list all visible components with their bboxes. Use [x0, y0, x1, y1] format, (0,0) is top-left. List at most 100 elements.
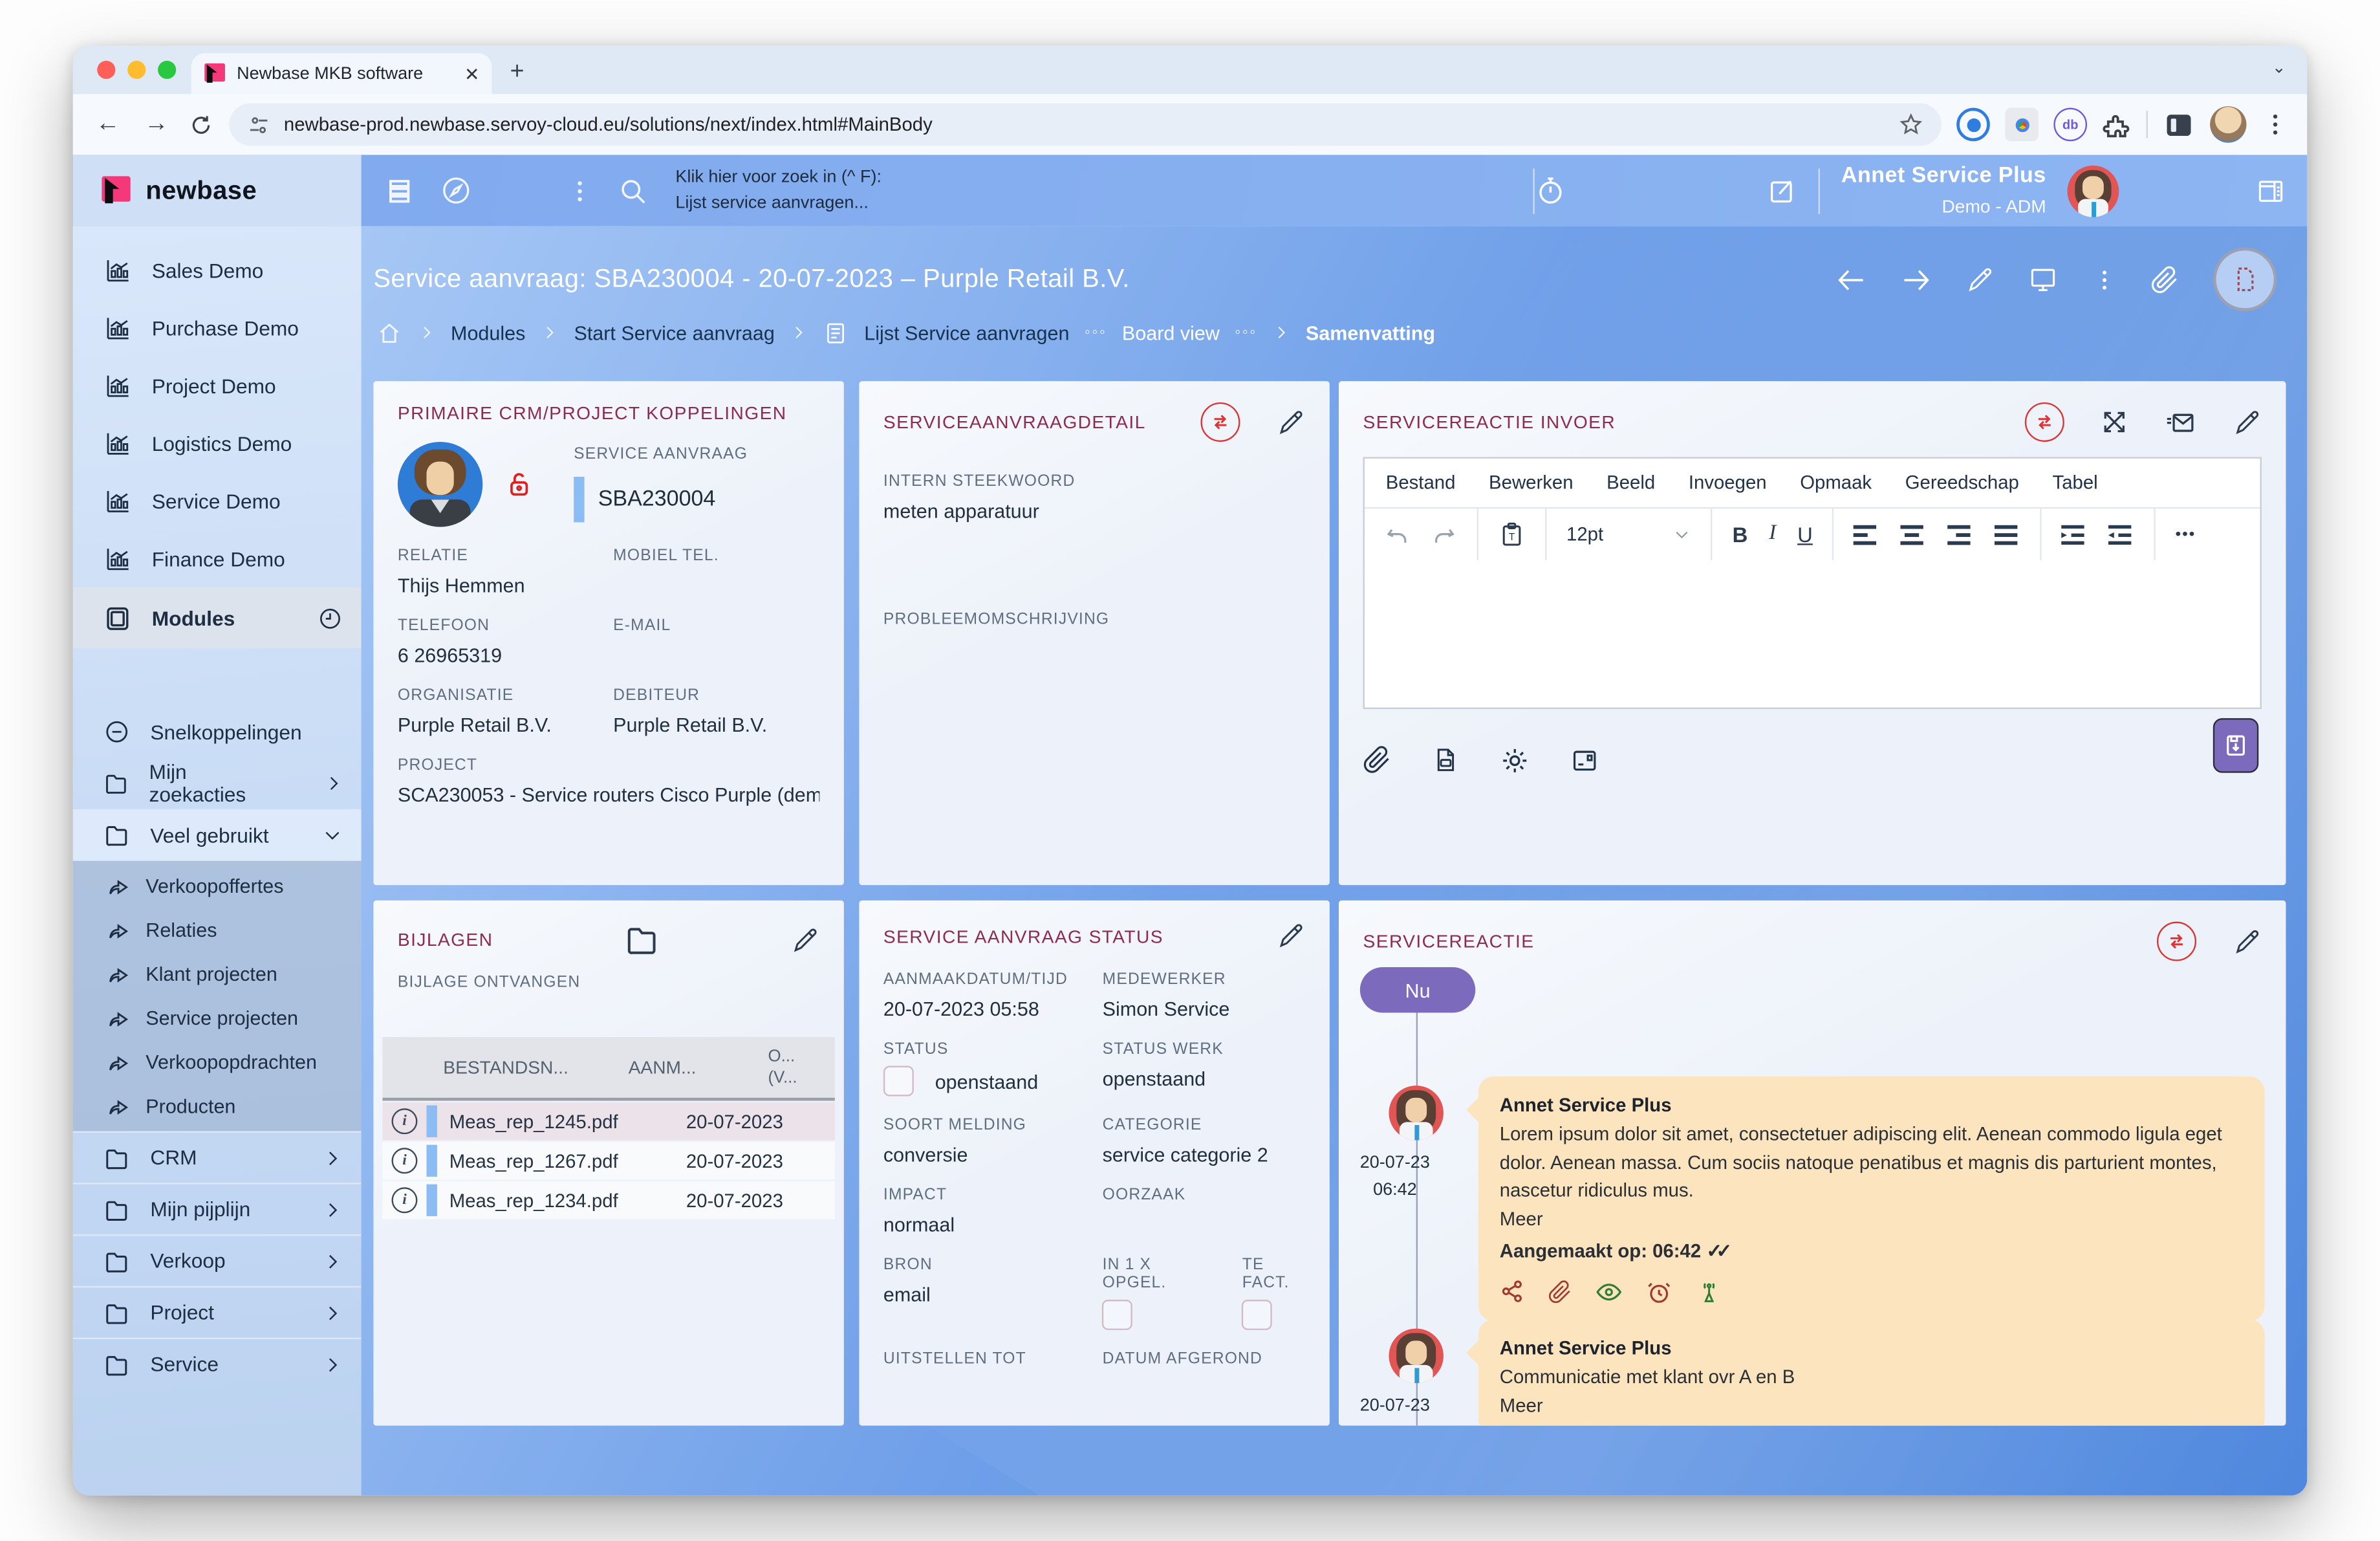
visibility-eye-icon[interactable] — [1596, 1278, 1623, 1305]
entry-avatar[interactable] — [1389, 1329, 1443, 1383]
table-row[interactable]: i Meas_rep_1245.pdf 20-07-2023 — [382, 1102, 834, 1141]
sidebar-item-verkoopopdrachten[interactable]: Verkoopopdrachten — [73, 1040, 362, 1084]
menu-gereedschap[interactable]: Gereedschap — [1905, 472, 2019, 494]
screenshot-extension-icon[interactable] — [2005, 108, 2039, 142]
collapse-minus-icon[interactable] — [103, 718, 131, 745]
unlink-sync-icon[interactable] — [2025, 402, 2064, 442]
breadcrumb-start-service-aanvraag[interactable]: Start Service aanvraag — [574, 321, 774, 344]
folder-open-icon[interactable] — [623, 922, 660, 958]
browser-menu-icon[interactable] — [2262, 111, 2289, 138]
reaction-bubble[interactable]: Annet Service Plus Lorem ipsum dolor sit… — [1478, 1077, 2265, 1320]
sidebar-item-logistics-demo[interactable]: Logistics Demo — [73, 415, 362, 472]
user-avatar[interactable] — [2068, 165, 2119, 217]
info-icon[interactable]: i — [392, 1108, 418, 1134]
attachment-paperclip-icon[interactable] — [1548, 1279, 1573, 1304]
sidebar-item-mijn-zoekacties[interactable]: Mijn zoekacties — [73, 758, 362, 809]
edit-pencil-icon[interactable] — [1277, 922, 1306, 951]
service-aanvraag-value[interactable]: SBA230004 — [574, 477, 819, 522]
url-bar[interactable]: newbase-prod.newbase.servoy-cloud.eu/sol… — [229, 104, 1941, 146]
indent-icon[interactable] — [2062, 523, 2088, 546]
align-left-icon[interactable] — [1854, 523, 1879, 546]
unlink-sync-icon[interactable] — [1200, 402, 1240, 442]
sidebar-item-service-demo[interactable]: Service Demo — [73, 472, 362, 530]
menu-bewerken[interactable]: Bewerken — [1489, 472, 1573, 494]
sidebar-item-producten[interactable]: Producten — [73, 1084, 362, 1128]
sidebar-item-mijn-pijplijn[interactable]: Mijn pijplijn — [73, 1183, 362, 1234]
redo-icon[interactable] — [1431, 521, 1457, 547]
maximize-window-button[interactable] — [158, 61, 176, 79]
align-center-icon[interactable] — [1901, 523, 1927, 546]
breadcrumb-board-view[interactable]: Board view — [1122, 321, 1220, 344]
history-clock-icon[interactable] — [318, 605, 343, 631]
search-icon[interactable] — [618, 175, 648, 206]
sidebar-item-purchase-demo[interactable]: Purchase Demo — [73, 299, 362, 356]
unlink-sync-icon[interactable] — [2157, 922, 2196, 961]
document-template-icon[interactable] — [1431, 745, 1460, 774]
document-mode-button[interactable] — [2213, 248, 2277, 312]
more-link[interactable]: Meer — [1500, 1205, 2244, 1234]
settings-gear-icon[interactable] — [1500, 745, 1530, 776]
italic-button[interactable]: I — [1769, 522, 1776, 547]
paperclip-icon[interactable] — [2151, 265, 2180, 294]
bron-value[interactable]: email — [883, 1283, 1096, 1306]
side-panel-icon[interactable] — [2163, 109, 2194, 140]
edit-pencil-icon[interactable] — [1277, 408, 1306, 437]
db-extension-icon[interactable]: db — [2053, 108, 2087, 142]
search-input[interactable]: Klik hier voor zoek in (^ F): Lijst serv… — [675, 165, 882, 215]
bold-button[interactable]: B — [1733, 522, 1748, 547]
envelope-card-icon[interactable] — [1570, 745, 1600, 776]
status-checkbox[interactable] — [883, 1066, 914, 1097]
statuswerk-value[interactable]: openstaand — [1103, 1067, 1306, 1090]
expand-icon[interactable] — [2101, 408, 2128, 435]
browser-tab[interactable]: Newbase MKB software ✕ — [191, 53, 492, 94]
sidebar-item-veel-gebruikt[interactable]: Veel gebruikt — [73, 809, 362, 861]
more-dots-icon[interactable] — [566, 177, 593, 204]
layout-menu-icon[interactable] — [385, 175, 416, 206]
nav-back-icon[interactable] — [1835, 263, 1866, 295]
save-button[interactable] — [2213, 718, 2258, 772]
aanmaak-value[interactable]: 20-07-2023 05:58 — [883, 998, 1096, 1020]
menu-opmaak[interactable]: Opmaak — [1800, 472, 1872, 494]
site-settings-icon[interactable] — [248, 113, 270, 136]
minimize-window-button[interactable] — [127, 61, 146, 79]
nav-forward-icon[interactable] — [1900, 263, 1932, 295]
tefact-checkbox[interactable] — [1242, 1300, 1273, 1330]
telefoon-value[interactable]: 6 26965319 — [398, 644, 604, 666]
sidebar-item-verkoop[interactable]: Verkoop — [73, 1234, 362, 1286]
sidebar-item-finance-demo[interactable]: Finance Demo — [73, 530, 362, 587]
password-extension-icon[interactable] — [1956, 108, 1990, 142]
toolbar-more-button[interactable]: ••• — [2176, 526, 2196, 543]
unlock-icon[interactable] — [504, 469, 534, 499]
panel-layout-icon[interactable] — [2256, 175, 2286, 206]
relatie-value[interactable]: Thijs Hemmen — [398, 574, 604, 596]
stopwatch-icon[interactable] — [1535, 175, 1566, 206]
sidebar-item-service-projecten[interactable]: Service projecten — [73, 996, 362, 1040]
new-tab-button[interactable]: + — [510, 60, 525, 87]
menu-bestand[interactable]: Bestand — [1386, 472, 1456, 494]
paste-clipboard-icon[interactable] — [1498, 521, 1525, 548]
menu-tabel[interactable]: Tabel — [2053, 472, 2098, 494]
col-extra[interactable]: O...(V... — [768, 1045, 826, 1089]
sidebar-item-modules[interactable]: Modules — [73, 587, 362, 648]
edit-pencil-icon[interactable] — [2233, 927, 2262, 956]
breadcrumb-modules[interactable]: Modules — [451, 321, 525, 344]
table-row[interactable]: i Meas_rep_1234.pdf 20-07-2023 — [382, 1181, 834, 1219]
col-bestandsnaam[interactable]: BESTANDSN... — [392, 1056, 629, 1078]
sidebar-item-relaties[interactable]: Relaties — [73, 908, 362, 952]
edit-pencil-icon[interactable] — [791, 925, 820, 954]
extensions-puzzle-icon[interactable] — [2103, 110, 2132, 139]
table-row[interactable]: i Meas_rep_1267.pdf 20-07-2023 — [382, 1142, 834, 1180]
compass-icon[interactable] — [440, 175, 472, 206]
organisatie-value[interactable]: Purple Retail B.V. — [398, 714, 604, 736]
breadcrumb-lijst-service-aanvragen[interactable]: Lijst Service aanvragen — [864, 321, 1069, 344]
user-info[interactable]: Annet Service Plus Demo - ADM — [1841, 160, 2046, 221]
impact-value[interactable]: normaal — [883, 1213, 1096, 1236]
reaction-bubble[interactable]: Annet Service Plus Communicatie met klan… — [1478, 1319, 2265, 1425]
soort-value[interactable]: conversie — [883, 1143, 1096, 1166]
project-value[interactable]: SCA230053 - Service routers Cisco Purple… — [398, 783, 819, 806]
menu-beeld[interactable]: Beeld — [1606, 472, 1655, 494]
reload-button[interactable] — [188, 112, 214, 138]
relation-avatar[interactable] — [398, 442, 482, 527]
sidebar-item-verkoopoffertes[interactable]: Verkoopoffertes — [73, 864, 362, 908]
font-size-select[interactable]: 12pt — [1547, 508, 1713, 560]
